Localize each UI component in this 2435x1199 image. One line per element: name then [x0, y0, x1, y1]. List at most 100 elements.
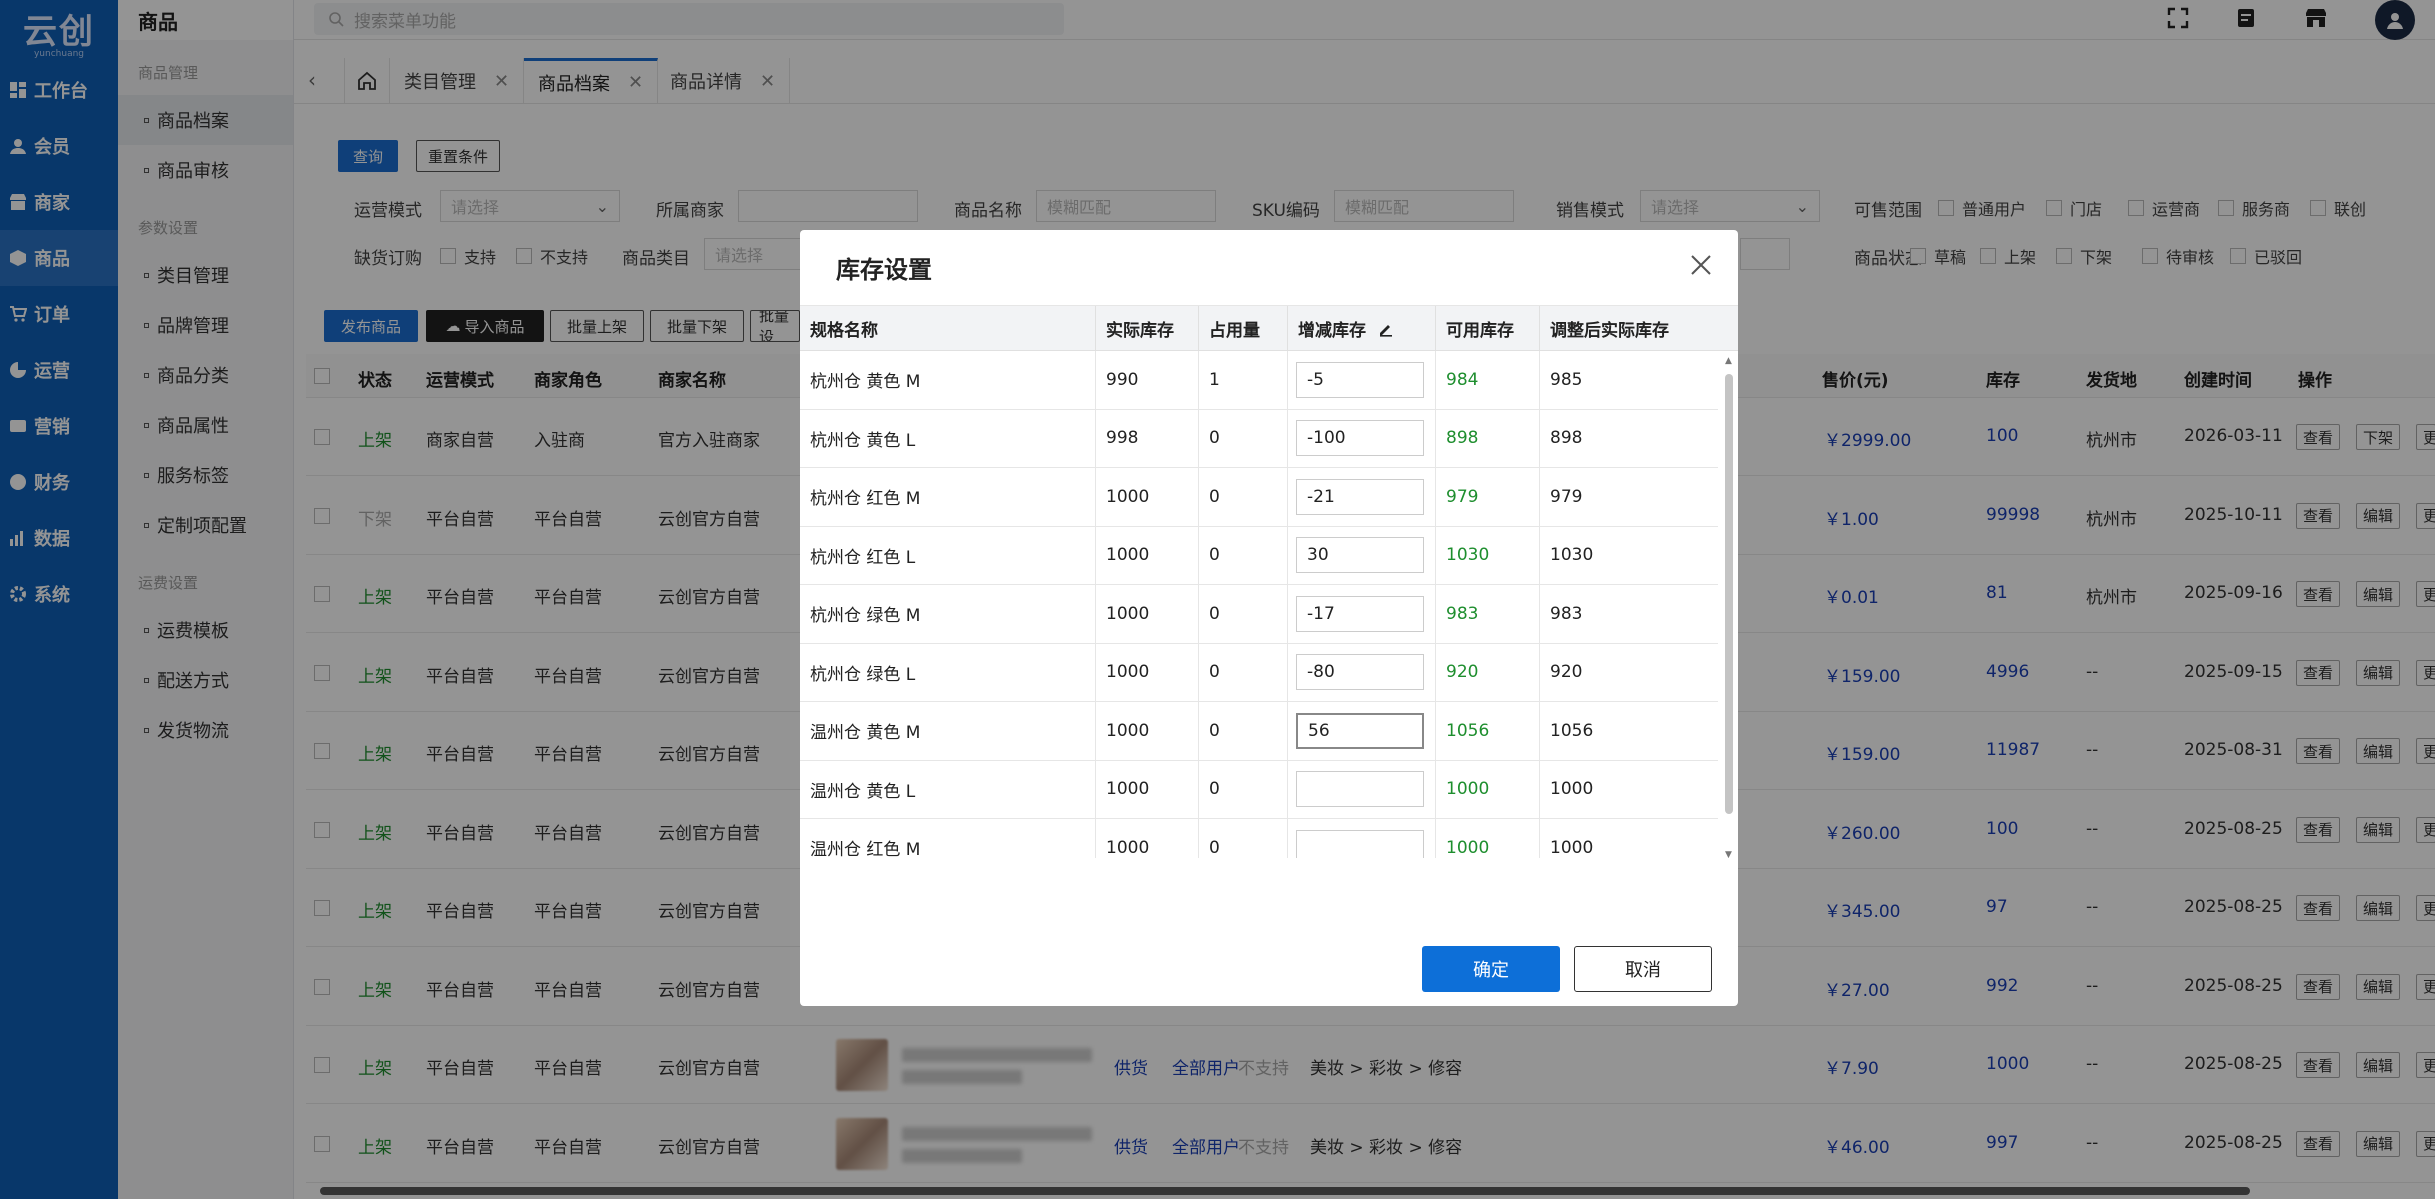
close-icon[interactable] [1686, 250, 1716, 280]
cell-value: 杭州仓 黄色 M [810, 372, 921, 393]
stock-cell-delta: -21 [1288, 468, 1436, 526]
cell-value: 0 [1209, 779, 1220, 800]
stock-cell-available: 979 [1436, 468, 1540, 526]
stock-cell-actual: 1000 [1096, 468, 1199, 526]
stock-adjust-input[interactable]: -80 [1296, 654, 1424, 691]
stock-cell-occupied: 0 [1199, 526, 1288, 584]
cell-value: 1030 [1446, 545, 1490, 566]
stock-cell-available: 1056 [1436, 702, 1540, 760]
stock-cell-delta [1288, 819, 1436, 858]
stock-cell-available: 1000 [1436, 819, 1540, 858]
cell-value: 杭州仓 红色 M [810, 489, 921, 510]
header-spec-name: 规格名称 [800, 306, 1096, 351]
stock-adjust-input[interactable]: -17 [1296, 595, 1424, 632]
confirm-button[interactable]: 确定 [1422, 946, 1560, 992]
stock-adjust-input[interactable]: -5 [1296, 361, 1424, 398]
cell-value: 998 [1106, 428, 1139, 449]
stock-cell-occupied: 0 [1199, 468, 1288, 526]
stock-cell-occupied: 1 [1199, 351, 1288, 409]
stock-cell-after: 985 [1540, 351, 1720, 409]
cell-value: 898 [1550, 428, 1583, 449]
stock-cell-delta: -5 [1288, 351, 1436, 409]
stock-cell-delta: -100 [1288, 409, 1436, 467]
cell-value: 920 [1550, 662, 1583, 683]
cell-value: 温州仓 黄色 L [810, 781, 916, 802]
stock-cell-actual: 1000 [1096, 585, 1199, 643]
stock-adjust-input[interactable]: -100 [1296, 420, 1424, 457]
modal-title: 库存设置 [836, 256, 932, 284]
stock-cell-name: 温州仓 红色 M [800, 819, 1096, 858]
stock-cell-available: 1000 [1436, 760, 1540, 818]
stock-cell-name: 杭州仓 黄色 L [800, 409, 1096, 467]
stock-cell-occupied: 0 [1199, 643, 1288, 701]
stock-cell-occupied: 0 [1199, 585, 1288, 643]
cell-value: 温州仓 红色 M [810, 840, 921, 858]
cell-value: 990 [1106, 369, 1139, 390]
stock-row: 温州仓 红色 M 1000 0 1000 1000 [800, 819, 1718, 858]
cell-value: 1030 [1550, 545, 1594, 566]
cell-value: 0 [1209, 428, 1220, 449]
cell-value: 1000 [1106, 545, 1150, 566]
cell-value: 0 [1209, 486, 1220, 507]
stock-cell-actual: 1000 [1096, 643, 1199, 701]
stock-cell-actual: 990 [1096, 351, 1199, 409]
header-actual-stock: 实际库存 [1096, 306, 1199, 351]
stock-cell-actual: 1000 [1096, 760, 1199, 818]
header-after-adjust: 调整后实际库存 [1550, 321, 1669, 341]
stock-cell-actual: 998 [1096, 409, 1199, 467]
cell-value: 983 [1446, 603, 1479, 624]
stock-cell-delta [1288, 760, 1436, 818]
edit-icon[interactable] [1378, 321, 1394, 337]
stock-cell-delta: -80 [1288, 643, 1436, 701]
stock-adjust-input[interactable]: 30 [1296, 537, 1424, 574]
stock-cell-name: 杭州仓 红色 L [800, 526, 1096, 584]
cell-value: 1056 [1550, 720, 1594, 741]
stock-row: 杭州仓 红色 L 1000 0 30 1030 1030 [800, 526, 1720, 585]
cell-value: 920 [1446, 662, 1479, 683]
stock-cell-occupied: 0 [1199, 702, 1288, 760]
stock-adjust-input[interactable] [1296, 829, 1424, 858]
cell-value: 979 [1446, 486, 1479, 507]
stock-table: 规格名称 实际库存 占用量 增减库存 可用库存 调整后实际库存 杭州仓 黄色 M… [800, 305, 1738, 858]
stock-cell-occupied: 0 [1199, 409, 1288, 467]
stock-cell-name: 杭州仓 红色 M [800, 468, 1096, 526]
stock-settings-modal: 库存设置 规格名称 实际库存 占用量 增减库存 可用库存 调整后实际库存 杭州仓… [800, 230, 1738, 1006]
cell-value: 983 [1550, 603, 1583, 624]
stock-adjust-input[interactable] [1296, 771, 1424, 808]
stock-cell-name: 杭州仓 绿色 M [800, 585, 1096, 643]
scroll-down-icon[interactable]: ▼ [1725, 850, 1732, 858]
cell-value: 979 [1550, 486, 1583, 507]
stock-row: 温州仓 黄色 M 1000 0 56 1056 1056 [800, 702, 1718, 761]
cell-value: 1000 [1106, 779, 1150, 800]
cell-value: 898 [1446, 428, 1479, 449]
stock-cell-name: 杭州仓 黄色 M [800, 351, 1096, 409]
header-occupied: 占用量 [1199, 306, 1288, 351]
stock-cell-available: 898 [1436, 409, 1540, 467]
stock-cell-name: 温州仓 黄色 M [800, 702, 1096, 760]
cell-value: 984 [1446, 369, 1479, 390]
stock-cell-actual: 1000 [1096, 702, 1199, 760]
stock-adjust-input[interactable]: -21 [1296, 478, 1424, 515]
scroll-up-icon[interactable]: ▲ [1725, 356, 1732, 366]
stock-table-header: 规格名称 实际库存 占用量 增减库存 可用库存 调整后实际库存 [800, 306, 1738, 351]
scroll-thumb[interactable] [1725, 374, 1733, 814]
header-available: 可用库存 [1436, 306, 1540, 351]
cell-value: 1000 [1446, 779, 1490, 800]
cell-value: 杭州仓 绿色 M [810, 606, 921, 627]
stock-cell-after: 979 [1540, 468, 1720, 526]
stock-row: 杭州仓 黄色 L 998 0 -100 898 898 [800, 409, 1718, 468]
stock-cell-actual: 1000 [1096, 819, 1199, 858]
cell-value: 1000 [1106, 837, 1150, 858]
cell-value: 1 [1209, 369, 1220, 390]
modal-scrollbar[interactable]: ▲ ▼ [1724, 356, 1734, 858]
stock-cell-delta: 30 [1288, 526, 1436, 584]
stock-cell-after: 1000 [1540, 761, 1720, 819]
stock-row: 杭州仓 黄色 M 990 1 -5 984 985 [800, 351, 1718, 410]
cancel-button[interactable]: 取消 [1574, 946, 1712, 992]
stock-cell-after: 1056 [1540, 702, 1720, 760]
cell-value: 1000 [1106, 662, 1150, 683]
header-label: 增减库存 [1298, 321, 1366, 341]
cell-value: 温州仓 黄色 M [810, 723, 921, 744]
stock-cell-after: 1030 [1540, 527, 1720, 585]
stock-adjust-input[interactable]: 56 [1296, 712, 1424, 749]
